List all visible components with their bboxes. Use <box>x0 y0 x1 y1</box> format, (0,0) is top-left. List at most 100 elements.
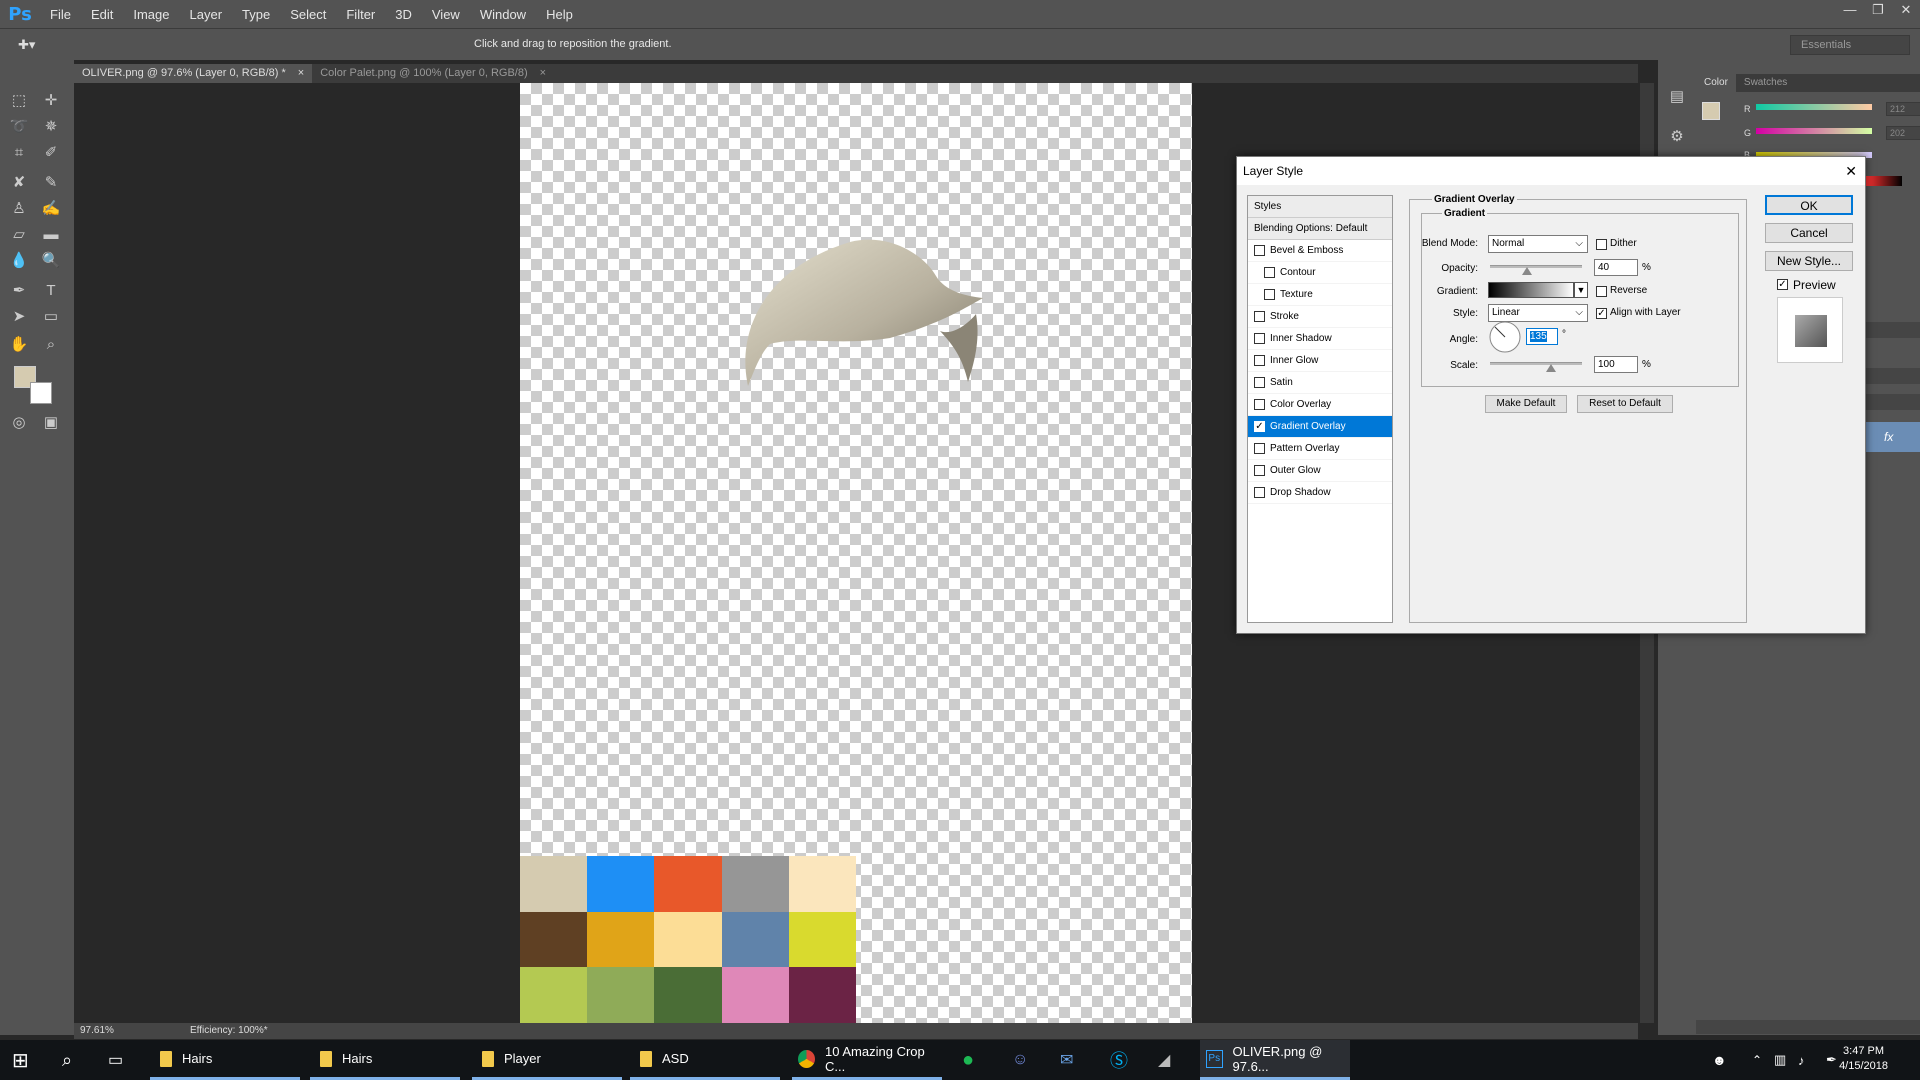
green-value[interactable]: 202 <box>1886 126 1920 140</box>
background-color-swatch[interactable] <box>30 382 52 404</box>
style-item-pattern-overlay[interactable]: Pattern Overlay <box>1248 438 1392 460</box>
scale-slider-track[interactable] <box>1490 362 1582 365</box>
tab-close-icon[interactable]: × <box>298 64 304 83</box>
menu-image[interactable]: Image <box>123 7 179 22</box>
new-style-button[interactable]: New Style... <box>1765 251 1853 271</box>
red-slider[interactable] <box>1756 104 1872 110</box>
zoom-tool-icon[interactable]: ⌕ <box>40 334 62 356</box>
reverse-checkbox[interactable] <box>1596 286 1607 297</box>
scale-input[interactable]: 100 <box>1594 356 1638 373</box>
style-item-inner-shadow[interactable]: Inner Shadow <box>1248 328 1392 350</box>
style-checkbox[interactable] <box>1264 289 1275 300</box>
blur-tool-icon[interactable]: 💧 <box>8 250 30 272</box>
ok-button[interactable]: OK <box>1765 195 1853 215</box>
scale-slider-knob[interactable] <box>1546 364 1557 372</box>
style-checkbox[interactable] <box>1254 355 1265 366</box>
style-item-contour[interactable]: Contour <box>1248 262 1392 284</box>
path-selection-icon[interactable]: ➤ <box>8 306 30 328</box>
move-tool-icon[interactable]: ✛ <box>40 90 62 112</box>
pen-tool-icon[interactable]: ✒ <box>8 280 30 302</box>
properties-panel-icon[interactable]: ⚙ <box>1666 126 1688 148</box>
style-item-drop-shadow[interactable]: Drop Shadow <box>1248 482 1392 504</box>
style-checkbox[interactable] <box>1254 311 1265 322</box>
restore-button[interactable]: ❐ <box>1864 0 1892 20</box>
angle-dial[interactable] <box>1488 320 1522 354</box>
menu-3d[interactable]: 3D <box>385 7 422 22</box>
mail-icon[interactable]: ✉ <box>1060 1040 1073 1080</box>
tab-oliver[interactable]: OLIVER.png @ 97.6% (Layer 0, RGB/8) * × <box>74 64 313 83</box>
menu-select[interactable]: Select <box>280 7 336 22</box>
style-checkbox[interactable] <box>1254 333 1265 344</box>
dither-checkbox[interactable] <box>1596 239 1607 250</box>
healing-brush-icon[interactable]: ✘ <box>8 172 30 194</box>
style-checkbox[interactable] <box>1254 465 1265 476</box>
menu-filter[interactable]: Filter <box>336 7 385 22</box>
network-icon[interactable]: ▥ <box>1774 1040 1786 1080</box>
fill-field[interactable] <box>1866 394 1920 410</box>
gradient-dropdown-icon[interactable]: ▼ <box>1574 282 1588 298</box>
cancel-button[interactable]: Cancel <box>1765 223 1853 243</box>
menu-view[interactable]: View <box>422 7 470 22</box>
eyedropper-icon[interactable]: ✐ <box>40 142 62 164</box>
opacity-field[interactable] <box>1866 368 1920 384</box>
opacity-slider-track[interactable] <box>1490 265 1582 268</box>
dodge-tool-icon[interactable]: 🔍 <box>40 250 62 272</box>
history-brush-icon[interactable]: ✍ <box>40 198 62 220</box>
menu-layer[interactable]: Layer <box>180 7 233 22</box>
style-checkbox[interactable] <box>1254 399 1265 410</box>
screen-mode-icon[interactable]: ▣ <box>40 412 62 434</box>
marquee-tool-icon[interactable]: ⬚ <box>8 90 30 112</box>
menu-edit[interactable]: Edit <box>81 7 123 22</box>
style-checkbox[interactable]: ✓ <box>1254 421 1265 432</box>
blend-mode-select[interactable]: Normal ⌵ <box>1488 235 1588 253</box>
red-value[interactable]: 212 <box>1886 102 1920 116</box>
crop-tool-icon[interactable]: ⌗ <box>8 142 30 164</box>
eraser-tool-icon[interactable]: ▱ <box>8 224 30 246</box>
lasso-tool-icon[interactable]: ➰ <box>8 116 30 138</box>
angle-input[interactable]: 135 <box>1526 328 1558 345</box>
tab-close-icon[interactable]: × <box>540 64 546 83</box>
taskbar-item-hairs-2[interactable]: Hairs <box>310 1040 460 1080</box>
windows-start-icon[interactable]: ⊞ <box>12 1040 38 1080</box>
blending-options[interactable]: Blending Options: Default <box>1248 218 1392 240</box>
type-tool-icon[interactable]: T <box>40 280 62 302</box>
skype-icon[interactable]: Ⓢ <box>1110 1040 1128 1080</box>
pen-icon[interactable]: ✒ <box>1826 1040 1837 1080</box>
opacity-input[interactable]: 40 <box>1594 259 1638 276</box>
style-item-outer-glow[interactable]: Outer Glow <box>1248 460 1392 482</box>
style-checkbox[interactable] <box>1254 377 1265 388</box>
taskbar-item-asd[interactable]: ASD <box>630 1040 780 1080</box>
style-item-gradient-overlay[interactable]: ✓ Gradient Overlay <box>1248 416 1392 438</box>
discord-icon[interactable]: ☺ <box>1012 1040 1028 1080</box>
gradient-tool-preset-icon[interactable]: ✚▾ <box>18 37 35 53</box>
app-icon[interactable]: ◢ <box>1158 1040 1170 1080</box>
style-checkbox[interactable] <box>1264 267 1275 278</box>
style-item-color-overlay[interactable]: Color Overlay <box>1248 394 1392 416</box>
task-view-icon[interactable]: ▭ <box>108 1040 123 1080</box>
menu-help[interactable]: Help <box>536 7 583 22</box>
style-item-satin[interactable]: Satin <box>1248 372 1392 394</box>
history-panel-icon[interactable]: ▤ <box>1666 86 1688 108</box>
tab-color-palet[interactable]: Color Palet.png @ 100% (Layer 0, RGB/8) … <box>312 64 554 83</box>
efficiency-readout[interactable]: Efficiency: 100%* <box>190 1025 268 1036</box>
system-clock[interactable]: 3:47 PM 4/15/2018 <box>1839 1044 1888 1074</box>
dialog-close-icon[interactable]: ✕ <box>1845 163 1857 180</box>
clone-stamp-icon[interactable]: ♙ <box>8 198 30 220</box>
taskbar-item-player[interactable]: Player <box>472 1040 622 1080</box>
tab-color[interactable]: Color <box>1696 74 1736 92</box>
quick-mask-icon[interactable]: ◎ <box>8 412 30 434</box>
style-checkbox[interactable] <box>1254 245 1265 256</box>
taskbar-item-chrome[interactable]: 10 Amazing Crop C... <box>792 1040 942 1080</box>
make-default-button[interactable]: Make Default <box>1485 395 1567 413</box>
minimize-button[interactable]: — <box>1836 0 1864 20</box>
search-icon[interactable]: ⌕ <box>62 1040 72 1080</box>
reset-to-default-button[interactable]: Reset to Default <box>1577 395 1673 413</box>
close-window-button[interactable]: ✕ <box>1892 0 1920 20</box>
align-with-layer-checkbox[interactable]: ✓ <box>1596 308 1607 319</box>
gradient-preview[interactable] <box>1488 282 1574 298</box>
style-checkbox[interactable] <box>1254 487 1265 498</box>
brush-tool-icon[interactable]: ✎ <box>40 172 62 194</box>
style-item-stroke[interactable]: Stroke <box>1248 306 1392 328</box>
magic-wand-icon[interactable]: ✵ <box>40 116 62 138</box>
taskbar-item-hairs[interactable]: Hairs <box>150 1040 300 1080</box>
